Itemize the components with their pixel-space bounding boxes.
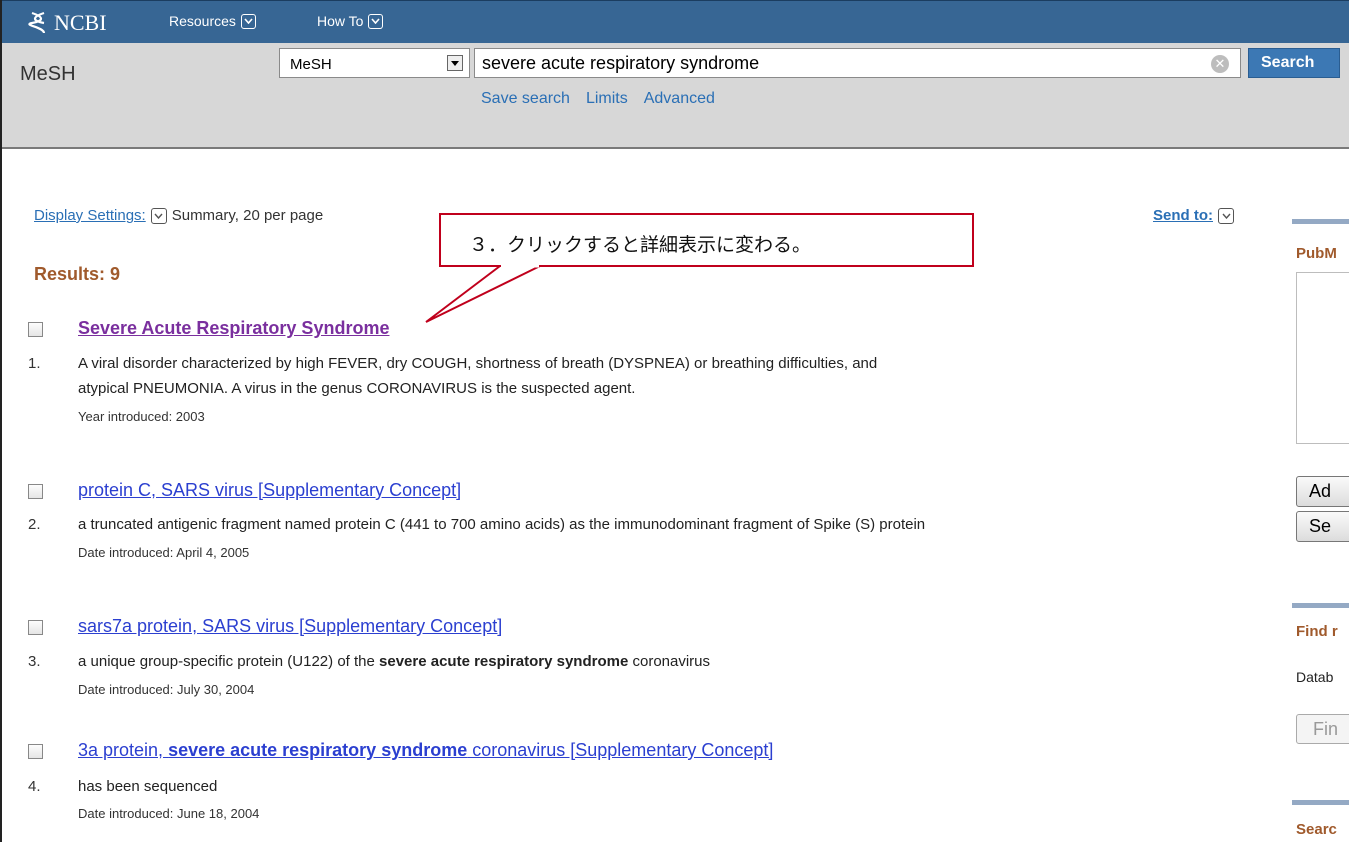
result-checkbox[interactable]: [28, 484, 43, 499]
title-text: coronavirus [Supplementary Concept]: [467, 740, 774, 760]
result-meta: Date introduced: April 4, 2005: [78, 545, 250, 560]
search-bar: MeSH MeSH severe acute respiratory syndr…: [2, 43, 1349, 149]
description-text: a unique group-specific protein (U122) o…: [78, 653, 380, 670]
limits-link[interactable]: Limits: [586, 90, 628, 108]
result-description: a unique group-specific protein (U122) o…: [78, 649, 710, 674]
result-title-link[interactable]: sars7a protein, SARS virus [Supplementar…: [78, 616, 502, 637]
ncbi-helix-icon: [28, 11, 46, 34]
title-text: 3a protein,: [78, 740, 169, 760]
result-title-link[interactable]: Severe Acute Respiratory Syndrome: [78, 318, 389, 339]
search-links: Save search Limits Advanced: [481, 90, 715, 108]
chevron-down-icon: [240, 13, 256, 29]
advanced-link[interactable]: Advanced: [644, 90, 715, 108]
result-title-link[interactable]: 3a protein, severe acute respiratory syn…: [78, 740, 773, 761]
save-search-link[interactable]: Save search: [481, 90, 570, 108]
result-number: 4.: [28, 778, 41, 795]
sidebar-divider: [1292, 219, 1349, 224]
clear-search-icon[interactable]: ✕: [1211, 55, 1229, 73]
send-to-link[interactable]: Send to:: [1153, 207, 1213, 224]
result-number: 2.: [28, 516, 41, 533]
how-to-menu[interactable]: How To: [317, 13, 384, 29]
result-checkbox[interactable]: [28, 620, 43, 635]
result-meta: Date introduced: July 30, 2004: [78, 682, 255, 697]
search-details-label: Searc: [1296, 821, 1337, 838]
find-items-button[interactable]: Fin: [1296, 714, 1349, 744]
chevron-down-icon: [150, 207, 167, 224]
search-builder-box[interactable]: [1296, 272, 1349, 444]
sidebar-divider: [1292, 603, 1349, 608]
highlighted-term: severe acute respiratory syndrome: [168, 740, 468, 760]
display-settings-link[interactable]: Display Settings:: [34, 207, 146, 224]
pubmed-search-builder-label: PubM: [1296, 245, 1337, 262]
result-description: a truncated antigenic fragment named pro…: [78, 516, 926, 533]
result-meta: Date introduced: June 18, 2004: [78, 806, 260, 821]
display-settings[interactable]: Display Settings: Summary, 20 per page: [34, 207, 323, 224]
display-settings-value: Summary, 20 per page: [171, 207, 324, 224]
add-to-search-builder-button[interactable]: Ad: [1296, 476, 1349, 507]
highlighted-term: severe acute respiratory syndrome: [379, 653, 629, 670]
chevron-down-icon: [1218, 207, 1234, 224]
result-description: has been sequenced: [78, 778, 218, 795]
resources-menu[interactable]: Resources: [169, 13, 256, 29]
send-to[interactable]: Send to:: [1153, 207, 1234, 224]
result-meta: Year introduced: 2003: [78, 409, 205, 424]
result-description: atypical PNEUMONIA. A virus in the genus…: [78, 380, 636, 397]
ncbi-logo-text: NCBI: [54, 10, 107, 35]
sidebar-divider: [1292, 800, 1349, 805]
description-text: coronavirus: [628, 653, 711, 670]
result-checkbox[interactable]: [28, 322, 43, 337]
search-button[interactable]: Search: [1248, 48, 1340, 78]
chevron-down-icon: [368, 13, 384, 29]
database-select-value: MeSH: [290, 56, 332, 73]
result-number: 3.: [28, 653, 41, 670]
search-pubmed-button[interactable]: Se: [1296, 511, 1349, 542]
database-label: Datab: [1296, 669, 1334, 685]
dropdown-arrow-icon: [447, 55, 463, 71]
database-select[interactable]: MeSH: [279, 48, 470, 78]
result-checkbox[interactable]: [28, 744, 43, 759]
result-title-link[interactable]: protein C, SARS virus [Supplementary Con…: [78, 480, 461, 501]
resources-label: Resources: [169, 13, 236, 29]
search-input-value: severe acute respiratory syndrome: [482, 53, 760, 73]
database-title: MeSH: [20, 63, 76, 85]
find-related-label: Find r: [1296, 623, 1338, 640]
annotation-callout: ３．クリックすると詳細表示に変わる。: [439, 213, 974, 267]
search-input[interactable]: severe acute respiratory syndrome ✕: [474, 48, 1241, 78]
ncbi-header: NCBI Resources How To: [2, 0, 1349, 44]
results-count: Results: 9: [34, 264, 121, 284]
ncbi-logo[interactable]: NCBI: [28, 10, 107, 36]
how-to-label: How To: [317, 13, 364, 29]
result-number: 1.: [28, 355, 41, 372]
result-description: A viral disorder characterized by high F…: [78, 355, 878, 372]
